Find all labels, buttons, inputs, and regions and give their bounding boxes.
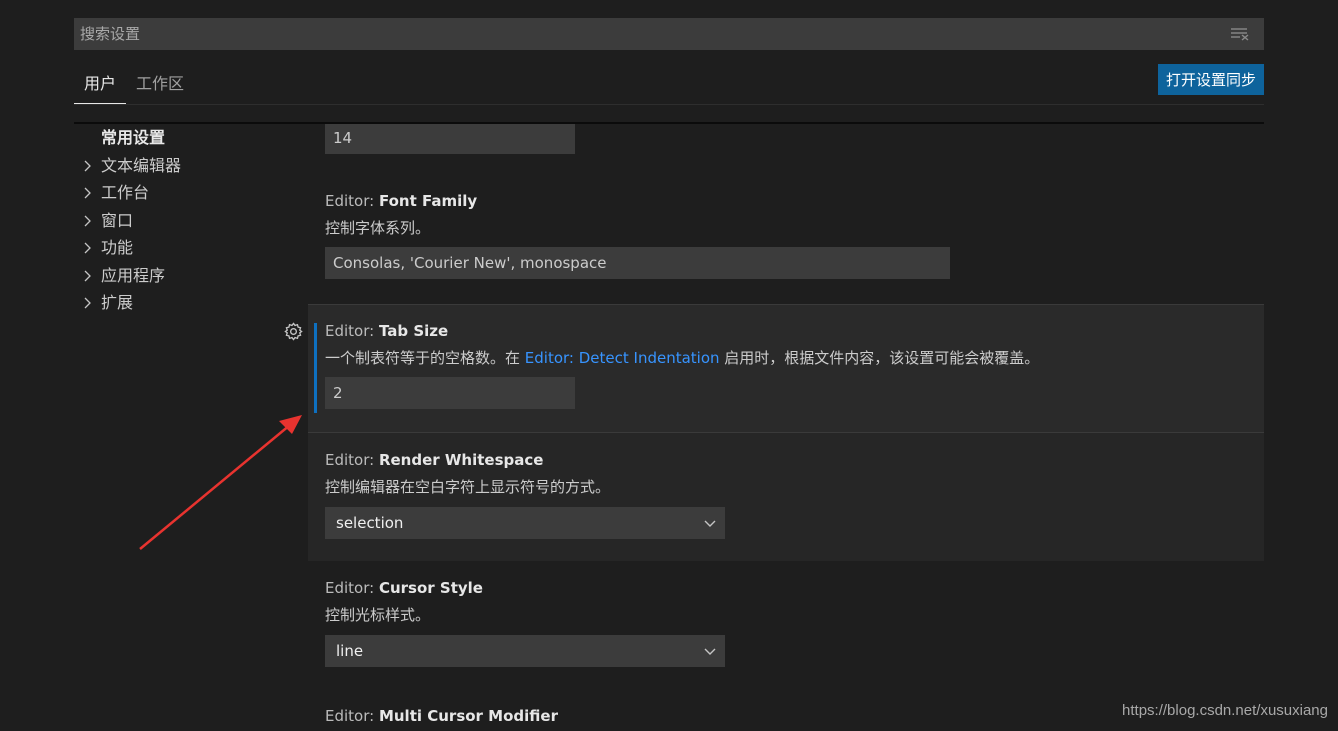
- toc-item-label: 功能: [101, 238, 134, 257]
- setting-title: Editor: Multi Cursor Modifier: [325, 707, 558, 725]
- chevron-right-icon: [84, 270, 91, 281]
- toc-item-text-editor[interactable]: 文本编辑器: [80, 152, 290, 180]
- tab-user[interactable]: 用户: [74, 66, 127, 104]
- chevron-right-icon: [84, 160, 91, 171]
- setting-title-name: Font Family: [378, 192, 478, 210]
- font-family-input[interactable]: [325, 247, 950, 279]
- settings-toc: 常用设置 文本编辑器 工作台 窗口 功能 应用程序 扩展: [80, 124, 290, 317]
- setting-title: Editor: Font Family: [325, 192, 477, 210]
- select-value: selection: [336, 514, 404, 532]
- chevron-right-icon: [84, 215, 91, 226]
- cursor-style-select[interactable]: line: [325, 635, 725, 667]
- toc-item-workbench[interactable]: 工作台: [80, 179, 290, 207]
- toc-item-extensions[interactable]: 扩展: [80, 289, 290, 317]
- setting-title-prefix: Editor:: [325, 451, 379, 469]
- setting-render-whitespace: Editor: Render Whitespace 控制编辑器在空白字符上显示符…: [308, 433, 1264, 561]
- font-size-input[interactable]: [325, 124, 575, 154]
- setting-title-name: Cursor Style: [378, 579, 483, 597]
- search-bar: [74, 18, 1264, 50]
- gear-icon[interactable]: [284, 322, 303, 341]
- setting-cursor-style: Editor: Cursor Style 控制光标样式。 line: [308, 561, 1264, 689]
- toc-item-label: 工作台: [101, 183, 150, 202]
- toc-item-application[interactable]: 应用程序: [80, 262, 290, 290]
- setting-title-name: Tab Size: [378, 322, 449, 340]
- chevron-right-icon: [84, 242, 91, 254]
- toc-item-label: 扩展: [101, 293, 134, 312]
- setting-title: Editor: Render Whitespace: [325, 451, 543, 469]
- toc-item-label: 文本编辑器: [101, 155, 182, 175]
- tab-size-input[interactable]: [325, 377, 575, 409]
- setting-font-family: Editor: Font Family 控制字体系列。: [308, 169, 1264, 304]
- setting-description: 控制编辑器在空白字符上显示符号的方式。: [325, 478, 611, 496]
- setting-title-prefix: Editor:: [325, 707, 379, 725]
- select-value: line: [336, 642, 364, 660]
- chevron-right-icon: [84, 187, 91, 199]
- setting-description: 一个制表符等于的空格数。在 Editor: Detect Indentation…: [325, 347, 1039, 368]
- toc-item-window[interactable]: 窗口: [80, 207, 290, 235]
- open-settings-sync-button[interactable]: 打开设置同步: [1158, 64, 1264, 95]
- chevron-down-icon: [704, 520, 716, 527]
- tab-workspace[interactable]: 工作区: [126, 66, 194, 103]
- setting-font-size: [308, 124, 1264, 169]
- settings-tabs: 用户 工作区: [74, 66, 1264, 105]
- watermark: https://blog.csdn.net/xusuxiang: [1122, 702, 1328, 719]
- setting-tab-size: Editor: Tab Size 一个制表符等于的空格数。在 Editor: D…: [308, 304, 1264, 433]
- setting-title-prefix: Editor:: [325, 192, 379, 210]
- setting-title-name: Multi Cursor Modifier: [378, 707, 558, 725]
- toc-item-label: 应用程序: [101, 265, 166, 285]
- setting-title: Editor: Tab Size: [325, 322, 448, 340]
- toc-item-label: 窗口: [101, 210, 134, 230]
- chevron-down-icon: [704, 648, 716, 655]
- setting-title-prefix: Editor:: [325, 579, 379, 597]
- toc-item-features[interactable]: 功能: [80, 234, 290, 262]
- setting-description: 控制光标样式。: [325, 606, 431, 624]
- setting-description-text: 启用时，根据文件内容，该设置可能会被覆盖。: [719, 349, 1040, 367]
- setting-description-text: 一个制表符等于的空格数。在: [325, 349, 525, 367]
- clear-filter-icon[interactable]: [1230, 27, 1250, 41]
- toc-item-common-settings[interactable]: 常用设置: [80, 124, 290, 152]
- setting-title-name: Render Whitespace: [378, 451, 544, 469]
- chevron-right-icon: [84, 297, 91, 309]
- toc-item-label: 常用设置: [101, 128, 166, 147]
- setting-title-prefix: Editor:: [325, 322, 379, 340]
- render-whitespace-select[interactable]: selection: [325, 507, 725, 539]
- detect-indentation-link[interactable]: Editor: Detect Indentation: [525, 349, 720, 367]
- setting-focus-indicator: [314, 323, 317, 413]
- setting-description: 控制字体系列。: [325, 219, 431, 237]
- search-input[interactable]: [74, 18, 1214, 50]
- setting-multi-cursor-modifier: Editor: Multi Cursor Modifier: [308, 689, 1264, 731]
- settings-list: Editor: Font Family 控制字体系列。 Editor: Tab …: [308, 124, 1264, 731]
- setting-title: Editor: Cursor Style: [325, 579, 483, 597]
